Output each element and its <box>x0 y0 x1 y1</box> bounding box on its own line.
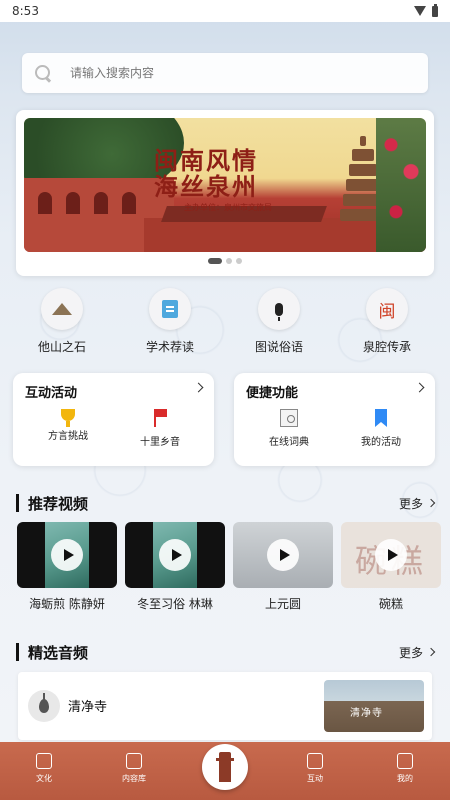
carousel-dot-2[interactable] <box>226 258 232 264</box>
video-caption: 冬至习俗 林琳 <box>137 597 213 611</box>
section-title: 精选音频 <box>28 643 89 662</box>
videos-more-link[interactable]: 更多 <box>399 495 436 512</box>
card-title: 便捷功能 <box>246 386 299 401</box>
interactive-activities-card[interactable]: 互动活动 方言挑战 十里乡音 <box>13 373 214 466</box>
status-icons <box>414 3 438 17</box>
status-time: 8:53 <box>12 4 39 18</box>
scroll-icon <box>126 753 142 769</box>
center-home-button[interactable] <box>202 744 248 790</box>
bookmark-icon <box>375 409 387 427</box>
tab-label: 内容库 <box>122 774 146 783</box>
quick-link-label: 图说俗语 <box>254 340 303 354</box>
culture-icon <box>36 753 52 769</box>
carousel-dot-1[interactable] <box>208 258 222 264</box>
banner-image[interactable]: 闽南风情 海丝泉州 主办单位：泉州市文旅局 <box>24 118 426 252</box>
audio-title: 清净寺 <box>68 700 108 715</box>
chevron-right-icon <box>426 498 436 508</box>
banner-subtitle: 主办单位：泉州市文旅局 <box>184 203 272 212</box>
card-title: 互动活动 <box>25 386 78 401</box>
dictionary-icon <box>280 409 298 427</box>
section-bar <box>16 643 19 661</box>
chevron-right-icon[interactable] <box>193 382 204 393</box>
banner-flowers <box>376 118 426 252</box>
tab-label: 文化 <box>36 774 52 783</box>
audio-section-header: 精选音频 更多 <box>16 642 436 662</box>
book-icon <box>149 288 191 330</box>
tab-mine[interactable]: 我的 <box>375 753 435 784</box>
quick-link-label: 泉腔传承 <box>362 340 411 354</box>
online-dictionary-item[interactable]: 在线词典 <box>244 409 334 448</box>
tab-label: 我的 <box>397 774 413 783</box>
flag-icon <box>153 409 167 427</box>
quick-link-label: 他山之石 <box>37 340 86 354</box>
my-activities-item[interactable]: 我的活动 <box>336 409 426 448</box>
quick-link-proverbs[interactable]: 图说俗语 <box>234 288 324 355</box>
item-label: 我的活动 <box>361 437 401 448</box>
video-card[interactable]: 冬至习俗 林琳 <box>125 522 225 612</box>
video-thumbnail[interactable] <box>233 522 333 588</box>
chat-icon <box>307 753 323 769</box>
hometown-voices-item[interactable]: 十里乡音 <box>115 409 205 448</box>
search-bar[interactable] <box>22 53 428 93</box>
carousel-dot-3[interactable] <box>236 258 242 264</box>
dialect-challenge-item[interactable]: 方言挑战 <box>23 409 113 442</box>
quick-link-dialect[interactable]: 闽 泉腔传承 <box>342 288 432 355</box>
videos-section-header: 推荐视频 更多 <box>16 493 436 513</box>
item-label: 方言挑战 <box>48 431 88 442</box>
wifi-icon <box>414 6 426 16</box>
video-card[interactable]: 碗糕 碗糕 <box>341 522 441 612</box>
item-label: 十里乡音 <box>140 437 180 448</box>
mountain-icon <box>41 288 83 330</box>
play-icon[interactable] <box>267 539 299 571</box>
banner-title: 闽南风情 海丝泉州 <box>154 146 258 201</box>
search-icon <box>34 64 52 82</box>
video-caption: 海蛎煎 陈静妍 <box>29 597 105 611</box>
video-card[interactable]: 上元圆 <box>233 522 333 612</box>
search-input[interactable] <box>70 66 370 80</box>
video-thumbnail[interactable] <box>125 522 225 588</box>
trophy-icon <box>61 409 75 427</box>
profile-icon <box>397 753 413 769</box>
shortcuts-card[interactable]: 便捷功能 在线词典 我的活动 <box>234 373 435 466</box>
quick-link-academic[interactable]: 学术荐读 <box>125 288 215 355</box>
tab-label: 互动 <box>307 774 323 783</box>
audio-thumbnail[interactable]: 清净寺 <box>324 680 424 732</box>
carousel-dots <box>16 258 434 264</box>
tab-content-library[interactable]: 内容库 <box>104 753 164 784</box>
video-card[interactable]: 海蛎煎 陈静妍 <box>17 522 117 612</box>
tab-culture[interactable]: 文化 <box>14 753 74 784</box>
audio-more-link[interactable]: 更多 <box>399 644 436 661</box>
item-label: 在线词典 <box>269 437 309 448</box>
audio-item[interactable]: 清净寺 清净寺 <box>18 672 432 740</box>
chevron-right-icon <box>426 647 436 657</box>
lute-icon <box>28 690 60 722</box>
video-thumbnail[interactable]: 碗糕 <box>341 522 441 588</box>
tab-interact[interactable]: 互动 <box>285 753 345 784</box>
status-bar: 8:53 <box>0 0 450 22</box>
quick-link-tashan[interactable]: 他山之石 <box>17 288 107 355</box>
section-title: 推荐视频 <box>28 494 89 513</box>
tower-icon <box>216 752 234 782</box>
play-icon[interactable] <box>159 539 191 571</box>
chevron-right-icon[interactable] <box>414 382 425 393</box>
min-character-icon: 闽 <box>366 288 408 330</box>
battery-icon <box>432 3 438 17</box>
quick-link-label: 学术荐读 <box>145 340 194 354</box>
thumbnail-text: 清净寺 <box>350 708 383 719</box>
video-caption: 碗糕 <box>378 597 403 611</box>
video-thumbnail[interactable] <box>17 522 117 588</box>
video-caption: 上元圆 <box>264 597 301 611</box>
banner-carousel[interactable]: 闽南风情 海丝泉州 主办单位：泉州市文旅局 <box>16 110 434 276</box>
section-bar <box>16 494 19 512</box>
play-icon[interactable] <box>51 539 83 571</box>
microphone-icon <box>258 288 300 330</box>
play-icon[interactable] <box>375 539 407 571</box>
